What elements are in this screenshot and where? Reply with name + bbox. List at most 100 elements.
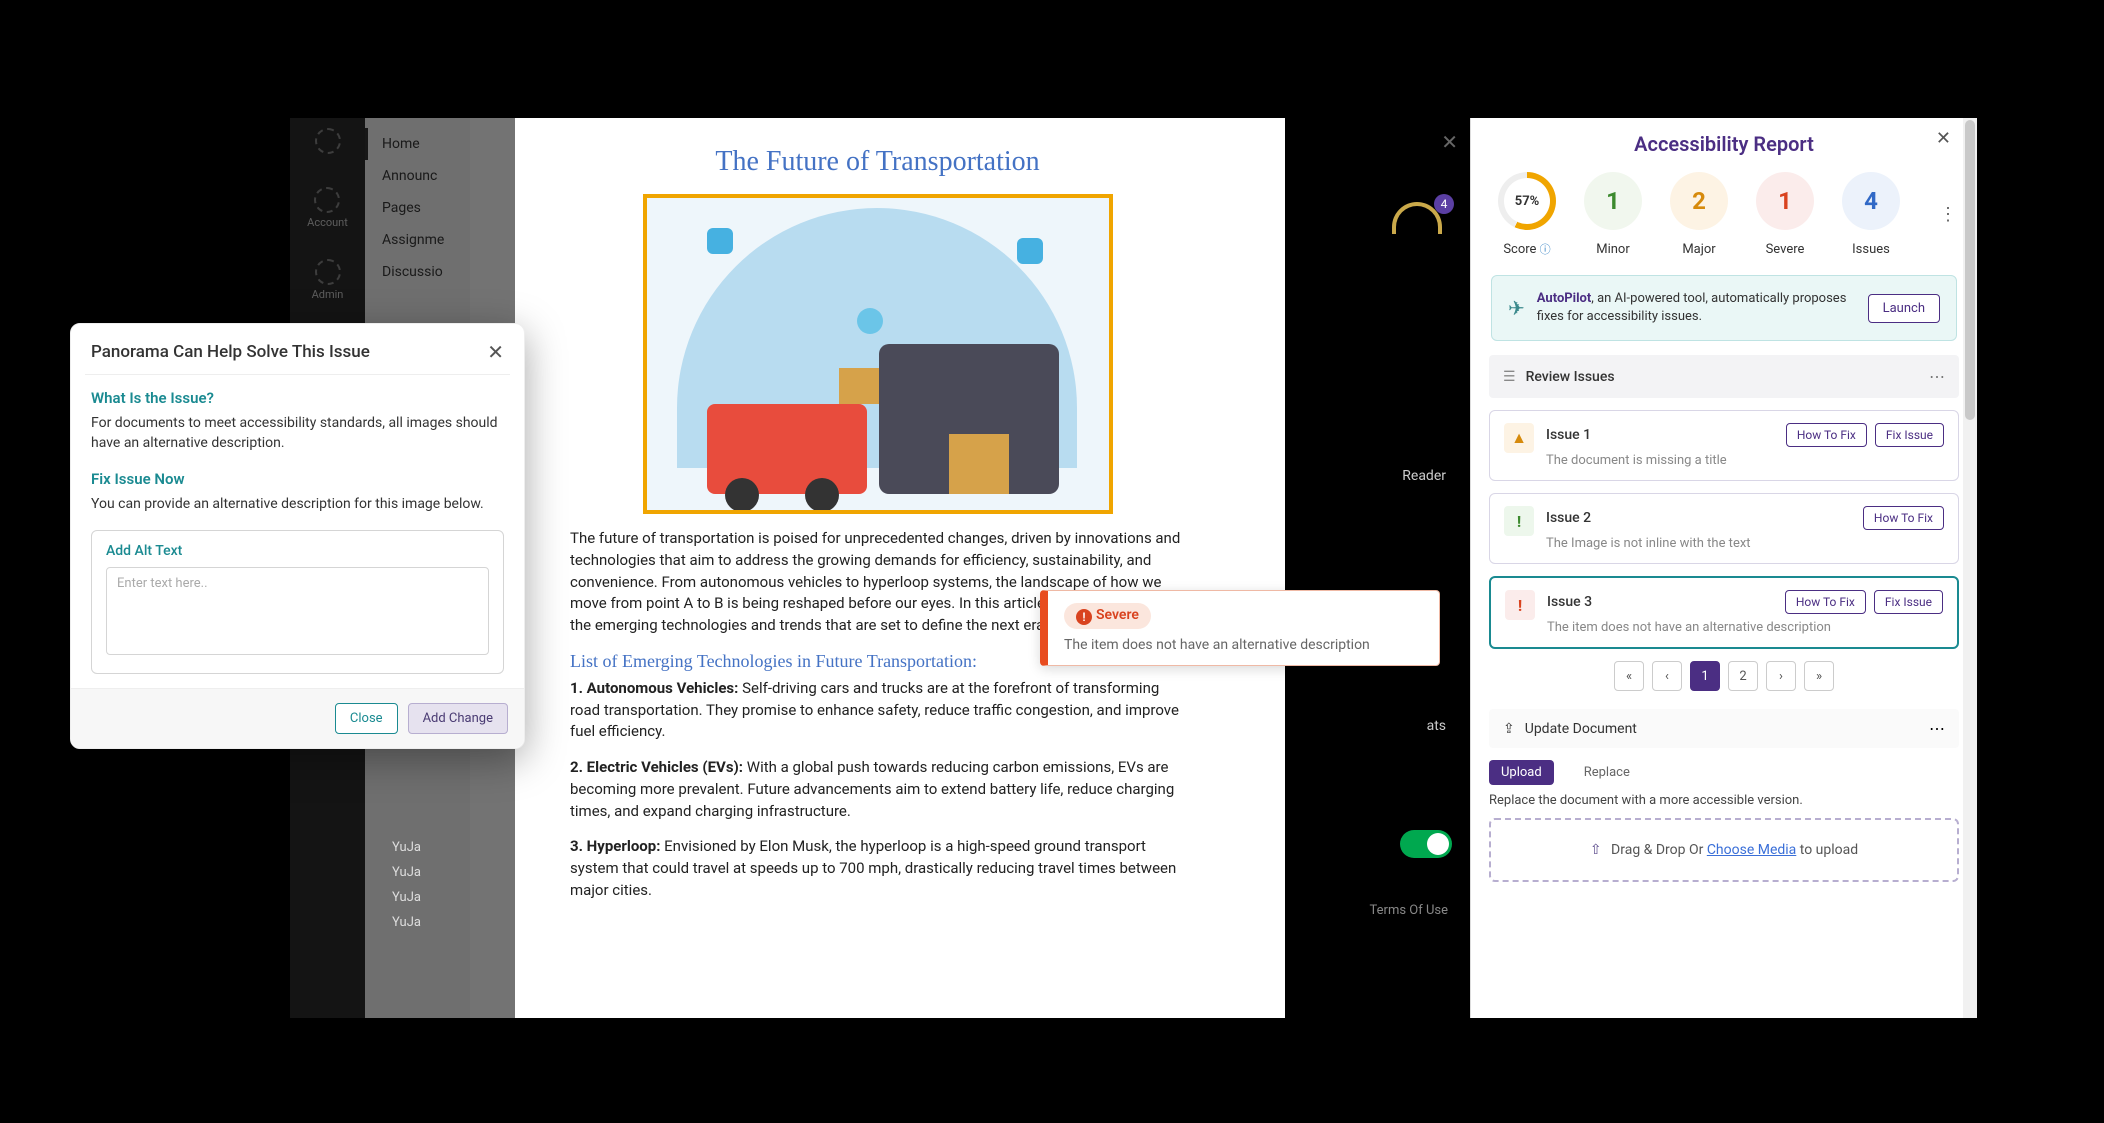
kebab-menu-icon[interactable]: ⋮ [1939,204,1957,225]
issue-description: The document is missing a title [1546,453,1944,468]
dropzone-text: to upload [1796,842,1858,858]
list-item-label: 3. Hyperloop: [570,837,660,855]
yuja-list: YuJa YuJa YuJa YuJa [392,840,421,930]
close-icon[interactable]: ✕ [1441,130,1458,154]
close-button[interactable]: Close [335,703,398,734]
update-tabs: Upload Replace [1489,760,1959,785]
info-icon[interactable]: ⓘ [1540,243,1551,256]
yuja-item: YuJa [392,840,421,855]
list-item-label: 2. Electric Vehicles (EVs): [570,758,743,776]
issue-question: What Is the Issue? [91,389,504,407]
issues-label: Issues [1852,242,1890,257]
review-issues-header: ☰Review Issues ⋯ [1489,355,1959,398]
severe-ring-icon: 1 [1756,172,1814,230]
choose-media-link[interactable]: Choose Media [1707,842,1796,858]
issue-card[interactable]: ▲ Issue 1 How To Fix Fix Issue The docum… [1489,410,1959,481]
issue-card-selected[interactable]: ! Issue 3 How To Fix Fix Issue The item … [1489,576,1959,649]
list-item-text: Envisioned by Elon Musk, the hyperloop i… [570,837,1176,899]
how-to-fix-button[interactable]: How To Fix [1785,590,1866,614]
user-bubble-icon [857,308,883,334]
alt-text-label: Add Alt Text [106,543,489,559]
gauge-badge: 4 [1434,194,1454,214]
issue-name: Issue 3 [1547,594,1592,610]
update-title: Update Document [1525,721,1637,737]
issues-ring-icon: 4 [1842,172,1900,230]
score-label: Score ⓘ [1503,242,1550,257]
modal-title: Panorama Can Help Solve This Issue [91,342,370,362]
issue-card[interactable]: ! Issue 2 How To Fix The Image is not in… [1489,493,1959,564]
severe-metric[interactable]: 1 Severe [1749,172,1821,257]
page-2[interactable]: 2 [1728,661,1758,691]
more-icon[interactable]: ⋯ [1929,719,1945,738]
page-1[interactable]: 1 [1690,661,1720,691]
chat-bubble-icon [707,228,733,254]
more-icon[interactable]: ⋯ [1929,367,1945,386]
warning-icon: ▲ [1504,423,1534,453]
issue-description: The item does not have an alternative de… [1547,620,1943,635]
reader-label: Reader [1402,468,1446,484]
close-icon[interactable]: ✕ [1936,128,1951,149]
page-next[interactable]: › [1766,661,1796,691]
toggle-switch[interactable] [1400,830,1452,858]
document-viewer: The Future of Transportation The future … [470,118,1285,1018]
minor-ring-icon: 1 [1584,172,1642,230]
major-label: Major [1682,242,1715,257]
page-last[interactable]: » [1804,661,1834,691]
fix-heading: Fix Issue Now [91,470,504,488]
document-list-item: 1. Autonomous Vehicles: Self-driving car… [570,678,1185,743]
metrics-row: 57% Score ⓘ 1 Minor 2 Major 1 Severe 4 I… [1489,172,1959,265]
upload-hint: Replace the document with a more accessi… [1489,793,1959,808]
score-metric[interactable]: 57% Score ⓘ [1491,172,1563,257]
accessibility-panel: ✕ Accessibility Report 57% Score ⓘ 1 Min… [1470,118,1977,1018]
panel-title: Accessibility Report [1489,118,1959,172]
dropzone-text: Drag & Drop Or [1611,842,1707,858]
upload-icon: ⇪ [1503,721,1515,737]
yuja-item: YuJa [392,915,421,930]
chat-bubble-icon [1017,238,1043,264]
modal-backdrop-right: ✕ 4 Reader ats eft. Terms Of Use [1285,118,1470,1018]
yuja-item: YuJa [392,865,421,880]
how-to-fix-button[interactable]: How To Fix [1863,506,1944,530]
fix-issue-modal: Panorama Can Help Solve This Issue ✕ Wha… [70,323,525,749]
alt-text-input[interactable] [106,567,489,655]
minor-label: Minor [1596,242,1630,257]
fix-issue-button[interactable]: Fix Issue [1874,590,1943,614]
terms-link[interactable]: Terms Of Use [1370,903,1448,918]
close-icon[interactable]: ✕ [487,340,504,364]
tab-upload[interactable]: Upload [1489,760,1554,785]
tab-replace[interactable]: Replace [1572,760,1642,785]
sparkle-icon: ✈ [1508,296,1525,320]
issues-metric[interactable]: 4 Issues [1835,172,1907,257]
upload-dropzone[interactable]: ⇧ Drag & Drop Or Choose Media to upload [1489,818,1959,882]
add-change-button[interactable]: Add Change [408,703,508,734]
how-to-fix-button[interactable]: How To Fix [1786,423,1867,447]
launch-button[interactable]: Launch [1868,294,1940,323]
info-circle-icon: ! [1504,506,1534,536]
autopilot-text: AutoPilot, an AI-powered tool, automatic… [1537,290,1856,326]
autopilot-banner: ✈ AutoPilot, an AI-powered tool, automat… [1491,275,1957,341]
fix-instruction: You can provide an alternative descripti… [91,494,504,514]
page-prev[interactable]: ‹ [1652,661,1682,691]
score-value: 57% [1515,194,1540,209]
stats-label: ats [1427,718,1446,734]
major-metric[interactable]: 2 Major [1663,172,1735,257]
severity-badge: !Severe [1064,603,1151,629]
minor-metric[interactable]: 1 Minor [1577,172,1649,257]
document-title: The Future of Transportation [570,146,1185,178]
severity-text: Severe [1096,607,1139,623]
page-first[interactable]: « [1614,661,1644,691]
fix-issue-button[interactable]: Fix Issue [1875,423,1944,447]
error-icon: ! [1505,590,1535,620]
upload-cloud-icon: ⇧ [1590,842,1602,858]
document-list-item: 2. Electric Vehicles (EVs): With a globa… [570,757,1185,822]
illustration-crate [839,368,879,404]
score-ring-icon: 57% [1498,172,1556,230]
scrollbar[interactable] [1963,118,1977,1018]
issue-answer: For documents to meet accessibility stan… [91,413,504,454]
document-image-highlighted[interactable] [643,194,1113,514]
issue-name: Issue 2 [1546,510,1591,526]
review-title: Review Issues [1526,369,1615,385]
issue-description: The Image is not inline with the text [1546,536,1944,551]
update-document-header: ⇪ Update Document ⋯ [1489,709,1959,748]
document-list-item: 3. Hyperloop: Envisioned by Elon Musk, t… [570,836,1185,901]
